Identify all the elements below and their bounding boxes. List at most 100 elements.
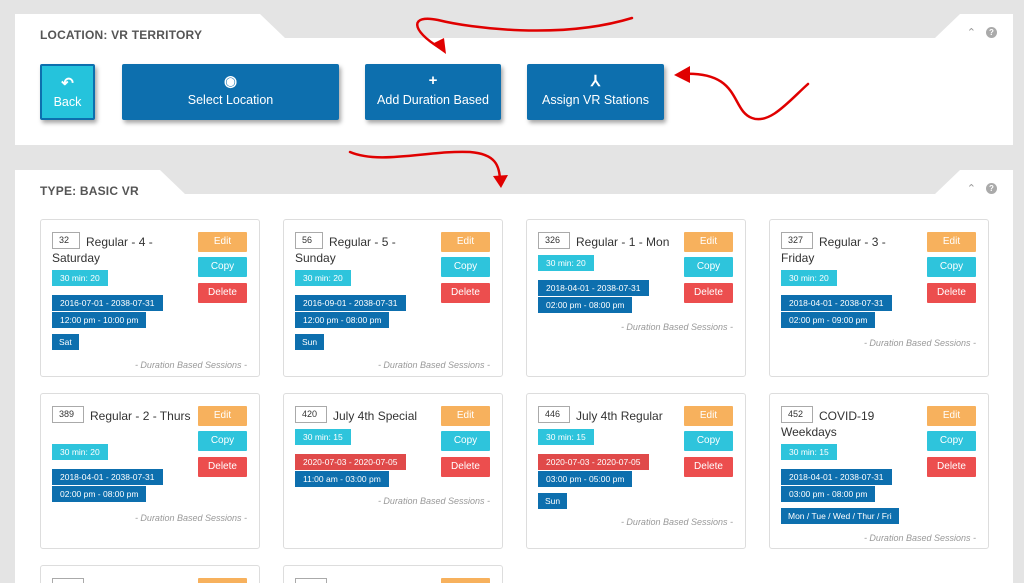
card-number-box[interactable]: 32 [52, 232, 80, 249]
card-number-box [295, 578, 327, 583]
session-card-partial [40, 565, 260, 583]
session-card: Regular - 5 - Sunday 56 Edit Copy Delete 30 m… [283, 219, 503, 377]
card-footer: - Duration Based Sessions - [620, 322, 733, 332]
copy-button[interactable]: Copy [684, 257, 733, 277]
date-range-badge: 2018-04-01 - 2038-07-31 [781, 469, 892, 485]
time-range-badge: 11:00 am - 03:00 pm [295, 471, 389, 487]
delete-button[interactable]: Delete [684, 457, 733, 477]
globe-icon: ◉ [223, 73, 238, 90]
edit-button[interactable]: Edit [684, 406, 733, 426]
duration-badge: 30 min: 20 [781, 270, 837, 286]
edit-button[interactable]: Edit [198, 232, 247, 252]
delete-button[interactable]: Delete [441, 457, 490, 477]
card-number-box[interactable]: 326 [538, 232, 570, 249]
assign-vr-stations-label: Assign VR Stations [542, 93, 649, 107]
time-range-badge: 02:00 pm - 08:00 pm [538, 297, 633, 313]
days-badge: Mon / Tue / Wed / Thur / Fri [781, 508, 899, 524]
card-number-box[interactable]: 420 [295, 406, 327, 423]
delete-button[interactable]: Delete [927, 283, 976, 303]
edit-button[interactable]: Edit [684, 232, 733, 252]
delete-button[interactable]: Delete [684, 283, 733, 303]
date-range-badge: 2016-09-01 - 2038-07-31 [295, 295, 406, 311]
time-range-badge: 03:00 pm - 08:00 pm [781, 486, 876, 502]
time-range-badge: 12:00 pm - 08:00 pm [295, 312, 390, 328]
select-location-label: Select Location [187, 93, 274, 107]
location-panel-title: LOCATION: VR TERRITORY [40, 28, 203, 42]
duration-badge: 30 min: 15 [295, 429, 351, 445]
card-footer: - Duration Based Sessions - [134, 513, 247, 523]
date-range-badge: 2018-04-01 - 2038-07-31 [781, 295, 892, 311]
session-card: Regular - 3 - Friday 327 Edit Copy Delete 30 … [769, 219, 989, 377]
undo-arrow-icon: ↶ [61, 75, 74, 92]
date-range-badge: 2016-07-01 - 2038-07-31 [52, 295, 163, 311]
card-footer: - Duration Based Sessions - [863, 533, 976, 543]
card-number-box[interactable]: 327 [781, 232, 813, 249]
annotation-arrow [348, 150, 502, 184]
chevron-up-icon[interactable]: ⌃ [967, 182, 976, 195]
duration-badge: 30 min: 20 [295, 270, 351, 286]
copy-button[interactable]: Copy [198, 431, 247, 451]
date-range-badge: 2020-07-03 - 2020-07-05 [538, 454, 649, 470]
copy-button[interactable]: Copy [441, 431, 490, 451]
card-number-box[interactable]: 56 [295, 232, 323, 249]
session-card: COVID-19 Weekdays 452 Edit Copy Delete 30 min… [769, 393, 989, 549]
copy-button[interactable]: Copy [198, 257, 247, 277]
add-duration-based-button[interactable]: + Add Duration Based [365, 64, 501, 120]
card-number-box[interactable]: 452 [781, 406, 813, 423]
edit-button[interactable]: Edit [441, 406, 490, 426]
card-number-box[interactable]: 389 [52, 406, 84, 423]
duration-badge: 30 min: 15 [538, 429, 594, 445]
session-card: Regular - 1 - Mon 326 Edit Copy Delete 30 min… [526, 219, 746, 377]
copy-button[interactable]: Copy [927, 431, 976, 451]
delete-button[interactable]: Delete [198, 283, 247, 303]
card-title-text: July 4th Regular [576, 409, 663, 423]
card-footer: - Duration Based Sessions - [620, 517, 733, 527]
plus-icon: + [428, 72, 438, 89]
delete-button[interactable]: Delete [198, 457, 247, 477]
days-badge: Sat [52, 334, 79, 350]
chevron-up-icon[interactable]: ⌃ [967, 26, 976, 39]
time-range-badge: 03:00 pm - 05:00 pm [538, 471, 633, 487]
time-range-badge: 02:00 pm - 08:00 pm [52, 486, 147, 502]
session-card: Regular - 4 - Saturday 32 Edit Copy Delete 30… [40, 219, 260, 377]
session-card: July 4th Regular 446 Edit Copy Delete 30 min:… [526, 393, 746, 549]
copy-button[interactable]: Copy [684, 431, 733, 451]
session-card: July 4th Special 420 Edit Copy Delete 30 min:… [283, 393, 503, 549]
copy-button[interactable]: Copy [441, 257, 490, 277]
copy-button[interactable]: Copy [927, 257, 976, 277]
card-title-text: Regular - 2 - Thurs [90, 409, 191, 423]
time-range-badge: 02:00 pm - 09:00 pm [781, 312, 876, 328]
card-number-box[interactable]: 446 [538, 406, 570, 423]
edit-button[interactable] [198, 578, 247, 583]
date-range-badge: 2020-07-03 - 2020-07-05 [295, 454, 406, 470]
card-number-box [52, 578, 84, 583]
assign-vr-stations-button[interactable]: ⅄ Assign VR Stations [527, 64, 664, 120]
session-card-partial [283, 565, 503, 583]
edit-button[interactable]: Edit [441, 232, 490, 252]
card-footer: - Duration Based Sessions - [377, 360, 490, 370]
days-badge: Sun [295, 334, 325, 350]
delete-button[interactable]: Delete [927, 457, 976, 477]
edit-button[interactable]: Edit [927, 406, 976, 426]
delete-button[interactable]: Delete [441, 283, 490, 303]
duration-badge: 30 min: 20 [52, 270, 108, 286]
edit-button[interactable]: Edit [927, 232, 976, 252]
add-duration-based-label: Add Duration Based [377, 93, 489, 107]
panel-tools: ⌃ ? [967, 26, 997, 39]
back-button[interactable]: ↶ Back [40, 64, 95, 120]
card-title-text: July 4th Special [333, 409, 418, 423]
help-icon[interactable]: ? [986, 27, 997, 38]
back-button-label: Back [53, 95, 82, 109]
card-footer: - Duration Based Sessions - [377, 496, 490, 506]
help-icon[interactable]: ? [986, 183, 997, 194]
sitemap-icon: ⅄ [590, 73, 601, 90]
days-badge: Sun [538, 493, 568, 509]
type-panel-title: TYPE: BASIC VR [40, 184, 139, 198]
panel-tools: ⌃ ? [967, 182, 997, 195]
edit-button[interactable] [441, 578, 490, 583]
select-location-button[interactable]: ◉ Select Location [122, 64, 339, 120]
edit-button[interactable]: Edit [198, 406, 247, 426]
date-range-badge: 2018-04-01 - 2038-07-31 [52, 469, 163, 485]
card-footer: - Duration Based Sessions - [134, 360, 247, 370]
duration-badge: 30 min: 15 [781, 444, 837, 460]
